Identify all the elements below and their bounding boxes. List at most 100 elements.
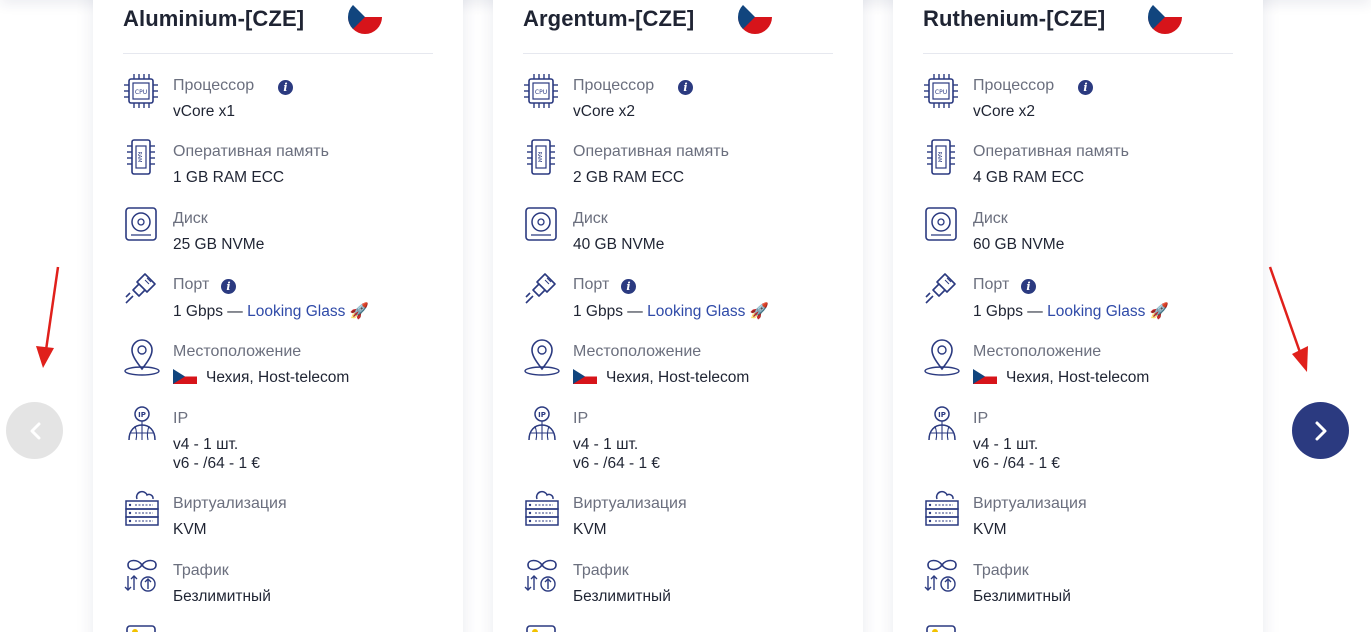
spec-label: Диск — [173, 210, 208, 227]
location-value: Чехия, Host-telecom — [573, 369, 749, 387]
info-icon[interactable]: i — [1021, 279, 1036, 294]
cpu-icon: CPU — [123, 71, 159, 111]
port-value: 1 Gbps — Looking Glass 🚀 — [973, 302, 1169, 321]
spec-label: Оперативная память — [573, 143, 729, 160]
czech-flag-icon — [173, 369, 197, 384]
looking-glass-link[interactable]: Looking Glass — [247, 303, 345, 320]
spec-label: Процессор — [973, 77, 1055, 94]
spec-value: v4 - 1 шт. — [973, 436, 1039, 453]
info-icon[interactable]: i — [1078, 80, 1093, 95]
tariff-card: Aluminium-[CZE] CPU Процессор i vCore x1 RA… — [93, 0, 463, 632]
carousel-prev-button[interactable] — [6, 402, 63, 459]
infinity-traffic-icon — [523, 556, 559, 596]
info-icon[interactable]: i — [221, 279, 236, 294]
svg-text:RAM: RAM — [936, 151, 942, 162]
spec-value: 2 GB RAM ECC — [573, 169, 685, 186]
ethernet-cable-icon — [123, 270, 159, 310]
spec-value: KVM — [573, 521, 607, 538]
server-rack-icon — [923, 489, 959, 529]
spec-label: Виртуализация — [573, 495, 687, 512]
os-icon — [123, 622, 159, 632]
server-rack-icon — [123, 489, 159, 529]
chevron-left-icon — [30, 422, 41, 440]
svg-text:IP: IP — [538, 411, 546, 419]
card-header: Ruthenium-[CZE] — [923, 0, 1233, 54]
ethernet-cable-icon — [523, 270, 559, 310]
spec-label: Местоположение — [973, 343, 1102, 360]
rocket-icon: 🚀 — [1149, 303, 1169, 320]
spec-value: KVM — [973, 521, 1007, 538]
card-header: Aluminium-[CZE] — [123, 0, 433, 54]
spec-label: Местоположение — [573, 343, 702, 360]
spec-label: Диск — [973, 210, 1008, 227]
spec-value: v4 - 1 шт. — [573, 436, 639, 453]
annotation-arrow-left — [36, 266, 60, 368]
port-speed: 1 Gbps — — [173, 303, 248, 320]
infinity-traffic-icon — [123, 556, 159, 596]
location-text: Чехия, Host-telecom — [206, 369, 350, 386]
czech-flag-icon — [973, 369, 997, 384]
spec-value: vCore x1 — [173, 103, 236, 120]
cpu-icon: CPU — [923, 71, 959, 111]
ram-icon: RAM — [523, 137, 559, 177]
disk-icon — [523, 204, 559, 244]
ethernet-cable-icon — [923, 270, 959, 310]
spec-label: Виртуализация — [173, 495, 287, 512]
ram-icon: RAM — [923, 137, 959, 177]
os-icon — [923, 622, 959, 632]
info-icon[interactable]: i — [278, 80, 293, 95]
svg-text:IP: IP — [938, 411, 946, 419]
czech-flag-icon — [573, 369, 597, 384]
spec-value: KVM — [173, 521, 207, 538]
card-title: Aluminium-[CZE] — [123, 6, 305, 31]
ip-globe-icon: IP — [123, 404, 159, 444]
server-rack-icon — [523, 489, 559, 529]
spec-value: 60 GB NVMe — [973, 236, 1065, 253]
port-speed: 1 Gbps — — [573, 303, 648, 320]
info-icon[interactable]: i — [621, 279, 636, 294]
spec-label: Местоположение — [173, 343, 302, 360]
spec-label: Трафик — [573, 562, 629, 579]
spec-value-secondary: v6 - /64 - 1 € — [973, 455, 1061, 472]
chevron-right-icon — [1315, 421, 1327, 441]
spec-label: IP — [573, 410, 589, 427]
svg-text:RAM: RAM — [536, 151, 542, 162]
svg-text:CPU: CPU — [535, 89, 547, 96]
svg-text:IP: IP — [138, 411, 146, 419]
spec-value: Безлимитный — [173, 588, 271, 605]
rocket-icon: 🚀 — [749, 303, 769, 320]
annotation-arrow-right — [1268, 266, 1308, 372]
spec-label: Трафик — [973, 562, 1029, 579]
port-value: 1 Gbps — Looking Glass 🚀 — [173, 302, 369, 321]
port-value: 1 Gbps — Looking Glass 🚀 — [573, 302, 769, 321]
svg-text:CPU: CPU — [135, 89, 147, 96]
spec-value: 1 GB RAM ECC — [173, 169, 285, 186]
czech-flag-icon — [1148, 0, 1182, 34]
os-icon — [523, 622, 559, 632]
infinity-traffic-icon — [923, 556, 959, 596]
tariff-card: Ruthenium-[CZE] CPU Процессор i vCore x2 RA… — [893, 0, 1263, 632]
cpu-icon: CPU — [523, 71, 559, 111]
port-speed: 1 Gbps — — [973, 303, 1048, 320]
location-value: Чехия, Host-telecom — [973, 369, 1149, 387]
card-title: Ruthenium-[CZE] — [923, 6, 1106, 31]
spec-value-secondary: v6 - /64 - 1 € — [173, 455, 261, 472]
looking-glass-link[interactable]: Looking Glass — [1047, 303, 1145, 320]
spec-value-secondary: v6 - /64 - 1 € — [573, 455, 661, 472]
spec-label: Процессор — [173, 77, 255, 94]
spec-value: v4 - 1 шт. — [173, 436, 239, 453]
spec-value: Безлимитный — [973, 588, 1071, 605]
tariff-card: Argentum-[CZE] CPU Процессор i vCore x2 RAM… — [493, 0, 863, 632]
info-icon[interactable]: i — [678, 80, 693, 95]
spec-value: 40 GB NVMe — [573, 236, 665, 253]
location-value: Чехия, Host-telecom — [173, 369, 349, 387]
spec-value: vCore x2 — [973, 103, 1036, 120]
ip-globe-icon: IP — [923, 404, 959, 444]
spec-label: Диск — [573, 210, 608, 227]
location-text: Чехия, Host-telecom — [1006, 369, 1150, 386]
disk-icon — [123, 204, 159, 244]
spec-label: Порт — [973, 276, 1010, 293]
spec-label: Виртуализация — [973, 495, 1087, 512]
looking-glass-link[interactable]: Looking Glass — [647, 303, 745, 320]
carousel-next-button[interactable] — [1292, 402, 1349, 459]
